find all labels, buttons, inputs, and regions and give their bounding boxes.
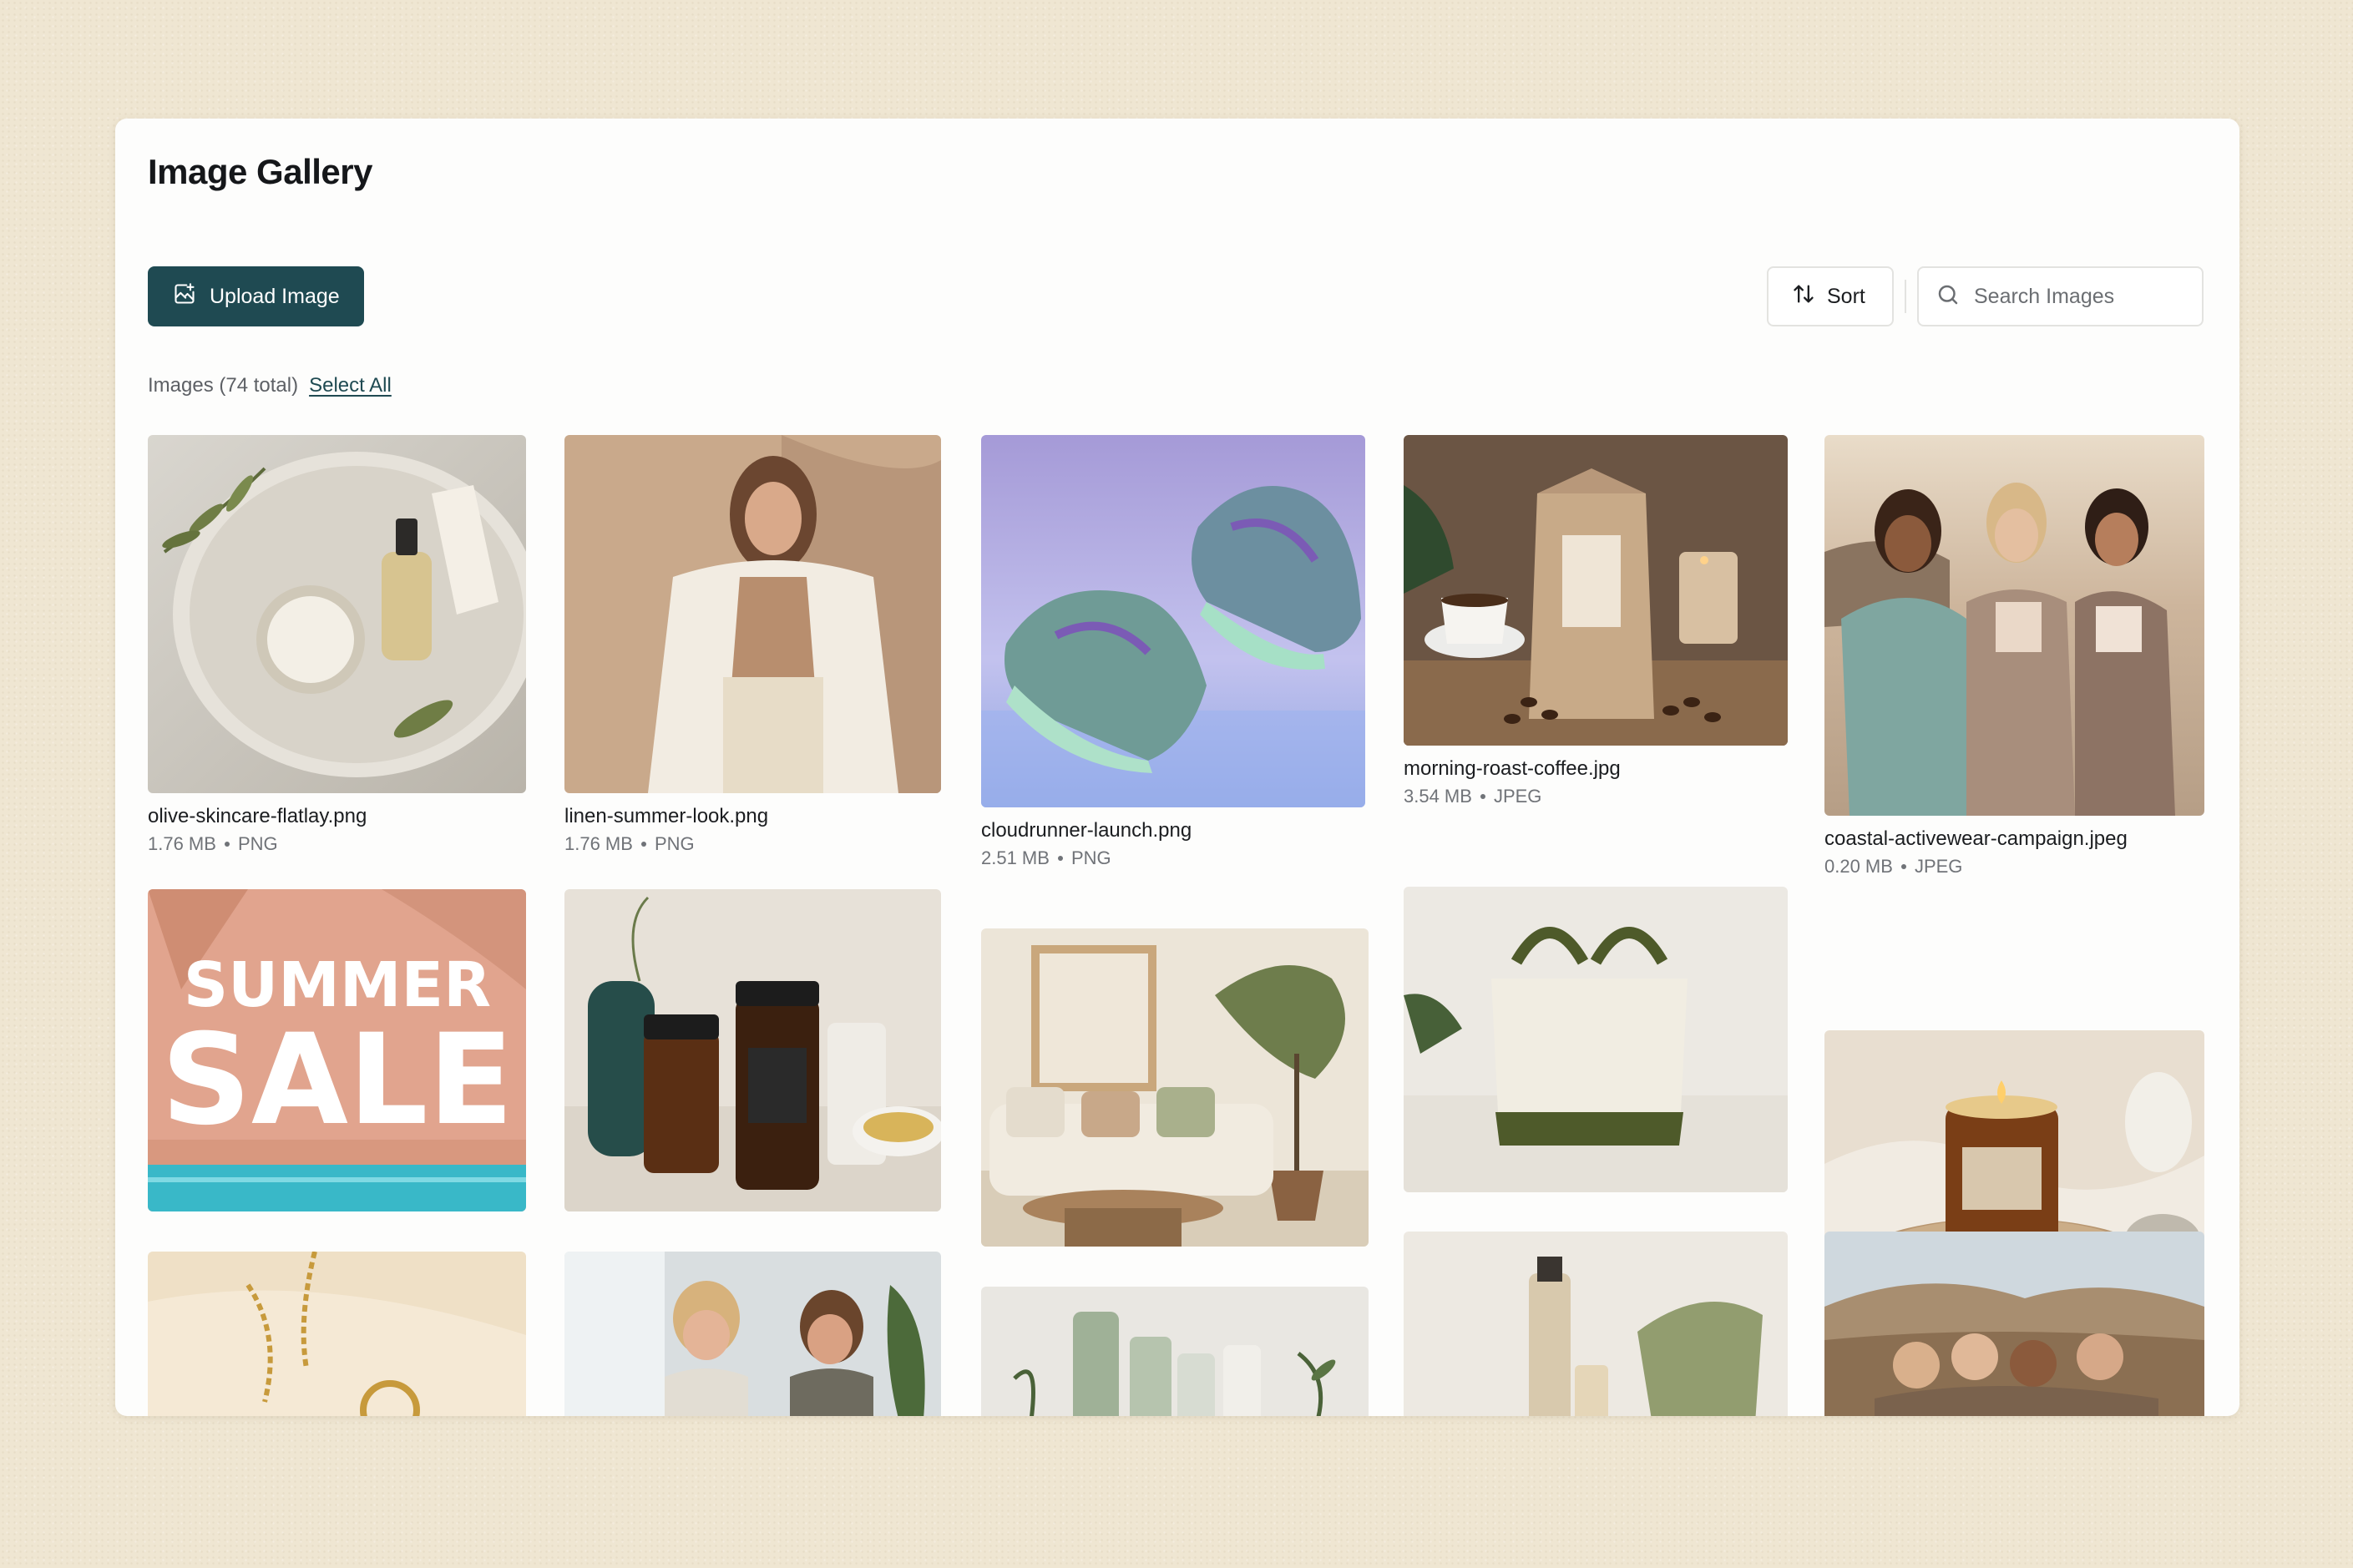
image-meta: 2.51 MB PNG (981, 847, 1365, 869)
gallery-panel: Image Gallery Upload Image Sort Images (115, 119, 2239, 1416)
separator-dot (640, 842, 646, 847)
image-thumbnail[interactable] (564, 1252, 941, 1416)
image-card-morning-roast[interactable]: morning-roast-coffee.jpg 3.54 MB JPEG (1404, 435, 1788, 807)
image-thumbnail[interactable] (564, 435, 941, 793)
upload-image-button[interactable]: Upload Image (148, 266, 364, 326)
image-filename: coastal-activewear-campaign.jpeg (1824, 827, 2128, 850)
image-size: 1.76 MB (148, 833, 216, 854)
image-meta: 3.54 MB JPEG (1404, 786, 1788, 807)
image-count-row: Images (74 total) Select All (148, 374, 392, 397)
image-thumbnail[interactable] (564, 889, 941, 1211)
select-all-link[interactable]: Select All (309, 374, 392, 397)
image-card-desert-group[interactable] (1824, 1232, 2204, 1416)
image-thumbnail[interactable] (148, 435, 526, 793)
image-card-summer-sale[interactable]: SUMMER SALE (148, 889, 526, 1211)
image-meta: 1.76 MB PNG (148, 833, 526, 855)
image-card-coastal-activewear[interactable]: coastal-activewear-campaign.jpeg 0.20 MB… (1824, 435, 2204, 878)
image-thumbnail[interactable] (1824, 1232, 2204, 1416)
sort-label: Sort (1827, 284, 1865, 308)
search-input[interactable] (1974, 284, 2199, 309)
image-thumbnail[interactable] (1404, 435, 1788, 746)
image-thumbnail[interactable] (1824, 435, 2204, 816)
image-meta: 0.20 MB JPEG (1824, 856, 2204, 878)
separator-dot (1480, 794, 1485, 799)
image-card-jewelry[interactable] (148, 1252, 526, 1416)
image-thumbnail[interactable] (1404, 1232, 1788, 1416)
separator-dot (1900, 864, 1906, 869)
image-filename: morning-roast-coffee.jpg (1404, 757, 1621, 780)
image-card-fitness[interactable] (564, 1252, 941, 1416)
search-field[interactable] (1917, 266, 2204, 326)
image-filename: linen-summer-look.png (564, 805, 769, 827)
separator-dot (224, 842, 230, 847)
separator-dot (1057, 856, 1063, 861)
toolbar-divider (1905, 280, 1906, 313)
image-thumbnail[interactable]: SUMMER SALE (148, 889, 526, 1211)
image-size: 1.76 MB (564, 833, 633, 854)
image-upload-icon (173, 282, 196, 311)
image-type: PNG (654, 833, 695, 854)
image-size: 2.51 MB (981, 847, 1050, 868)
image-card-linen-summer[interactable]: linen-summer-look.png 1.76 MB PNG (564, 435, 941, 855)
image-card-living-room[interactable] (981, 928, 1369, 1247)
image-card-supplements[interactable] (564, 889, 941, 1211)
image-card-green-skincare[interactable] (981, 1287, 1369, 1416)
image-filename: olive-skincare-flatlay.png (148, 805, 367, 827)
image-type: PNG (1070, 847, 1111, 868)
image-size: 3.54 MB (1404, 786, 1472, 807)
page-title: Image Gallery (148, 152, 372, 191)
image-thumbnail[interactable] (981, 435, 1365, 807)
sort-arrows-icon (1792, 282, 1815, 311)
image-thumbnail[interactable] (1404, 887, 1788, 1192)
image-type: JPEG (1914, 856, 1963, 877)
image-count-label: Images (74 total) (148, 374, 299, 397)
image-card-tote-bag[interactable] (1404, 887, 1788, 1192)
image-thumbnail[interactable] (148, 1252, 526, 1416)
image-meta: 1.76 MB PNG (564, 833, 941, 855)
image-card-serum-bottle[interactable] (1404, 1232, 1788, 1416)
image-size: 0.20 MB (1824, 856, 1893, 877)
image-card-cloudrunner[interactable]: cloudrunner-launch.png 2.51 MB PNG (981, 435, 1365, 869)
search-icon (1936, 282, 1961, 311)
image-thumbnail[interactable] (981, 928, 1369, 1247)
image-type: PNG (237, 833, 278, 854)
sale-text: SALE (161, 1008, 514, 1153)
upload-image-label: Upload Image (210, 284, 340, 308)
image-filename: cloudrunner-launch.png (981, 819, 1192, 842)
image-card-olive-skincare[interactable]: olive-skincare-flatlay.png 1.76 MB PNG (148, 435, 526, 855)
image-type: JPEG (1493, 786, 1542, 807)
sort-button[interactable]: Sort (1767, 266, 1894, 326)
image-thumbnail[interactable] (981, 1287, 1369, 1416)
